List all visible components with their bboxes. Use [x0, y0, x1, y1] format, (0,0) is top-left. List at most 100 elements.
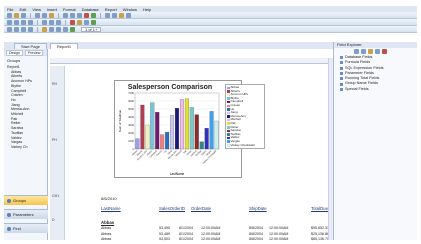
legend-swatch [227, 115, 230, 118]
section-label: PH [52, 138, 57, 142]
database-expert-icon[interactable] [105, 12, 110, 18]
col-header: OrderDate [191, 206, 212, 211]
field-explorer-item[interactable]: Special Fields [334, 87, 417, 92]
copy-icon[interactable] [70, 12, 75, 18]
border-icon[interactable] [77, 19, 82, 25]
box-icon[interactable] [56, 26, 61, 32]
menu-item[interactable]: Help [143, 7, 151, 12]
page-indicator[interactable]: 1 of 1+ [81, 26, 102, 32]
table-cell: 8/8/2004 [249, 226, 263, 230]
undo-icon[interactable] [84, 12, 89, 18]
column-headers: LastName SalesOrderID OrderDate ShipDate… [101, 206, 331, 212]
tab-preview[interactable]: Preview [24, 49, 44, 56]
tree-item[interactable]: Varkey Ch [7, 145, 47, 150]
report-canvas[interactable]: Salesperson Comparison 0 1000 2000 3000 4000… [66, 66, 331, 242]
find-button[interactable]: Find [4, 223, 48, 233]
text-object-icon[interactable] [49, 26, 54, 32]
field-icon[interactable] [42, 26, 47, 32]
open-icon[interactable] [14, 12, 19, 18]
table-cell: 12:00:00AM [269, 237, 289, 241]
insert-icon[interactable] [354, 49, 359, 54]
legend-swatch [227, 118, 230, 122]
first-page-icon[interactable] [7, 26, 12, 32]
col-header: LastName [101, 206, 121, 211]
table-cell: $95,652.33 [311, 226, 329, 230]
field-explorer-label: Special Fields [345, 86, 369, 91]
parameters-icon [7, 212, 11, 217]
align-right-icon[interactable] [56, 19, 61, 25]
y-tick-label: 5000 [128, 107, 134, 111]
underline-icon[interactable] [28, 19, 33, 25]
bold-icon[interactable] [14, 19, 19, 25]
italic-icon[interactable] [21, 19, 26, 25]
menu-item[interactable]: Window [123, 7, 137, 12]
parameters-label: Parameters [13, 212, 34, 217]
table-cell: 8/8/2004 [249, 237, 263, 241]
menu-item[interactable]: File [7, 7, 13, 12]
field-explorer-panel: Field Explorer Database Fields Formula Fi… [333, 42, 417, 240]
print-icon[interactable] [35, 12, 40, 18]
legend-swatch [227, 129, 230, 133]
browse-icon[interactable] [361, 49, 366, 54]
font-icon[interactable] [7, 19, 12, 25]
new-field-icon[interactable] [368, 49, 373, 54]
bar [184, 98, 189, 150]
menu-item[interactable]: Report [105, 7, 117, 12]
tab-design[interactable]: Design [6, 49, 23, 56]
delete-field-icon[interactable] [382, 49, 387, 54]
last-page-icon[interactable] [28, 26, 33, 32]
separator [65, 19, 66, 25]
legend-swatch [227, 111, 230, 115]
paste-icon[interactable] [77, 12, 82, 18]
align-center-icon[interactable] [49, 19, 54, 25]
formula-icon[interactable] [119, 12, 124, 18]
group-expert-icon[interactable] [112, 12, 117, 18]
folder-icon [340, 87, 343, 91]
horizontal-ruler [50, 58, 328, 64]
menu-item[interactable]: Insert [47, 7, 57, 12]
line-icon[interactable] [63, 26, 68, 32]
field-explorer-toolbar [334, 48, 417, 55]
standard-toolbar [4, 12, 417, 19]
y-tick-label: 1000 [128, 139, 134, 143]
table-cell: 8/1/2004 [179, 231, 193, 236]
group-tree-panel: Design Preview Groups Report1 Abbas Albert… [4, 49, 48, 240]
table-row: Abbas 53,503 8/1/2004 12:00:00AM 8/8/2004 12:… [101, 237, 331, 242]
menu-item[interactable]: Edit [19, 7, 26, 12]
save-icon[interactable] [21, 12, 26, 18]
new-icon[interactable] [7, 12, 12, 18]
redo-icon[interactable] [91, 12, 96, 18]
menu-item[interactable]: View [32, 7, 41, 12]
legend-swatch [227, 126, 230, 129]
y-tick-label: 6000 [128, 99, 134, 103]
align-left-icon[interactable] [42, 19, 47, 25]
groups-button[interactable]: Groups [4, 195, 48, 205]
menu-item[interactable]: Format [63, 7, 76, 12]
section-label: D [52, 218, 55, 222]
parameters-button[interactable]: Parameters [4, 209, 48, 219]
legend-entry: Varkey Chudukatil [227, 143, 263, 148]
cut-icon[interactable] [63, 12, 68, 18]
legend-swatch [227, 136, 230, 140]
next-page-icon[interactable] [21, 26, 26, 32]
legend-swatch [227, 108, 230, 111]
menu-item[interactable]: Database [82, 7, 99, 12]
separator [37, 19, 38, 25]
table-cell: 12:00:00AM [269, 231, 289, 236]
font-color-icon[interactable] [70, 19, 75, 25]
table-cell: 12:00:00AM [201, 226, 221, 230]
sort-icon[interactable] [91, 19, 96, 25]
prev-page-icon[interactable] [14, 26, 19, 32]
y-tick-label: 4000 [128, 115, 134, 119]
tab-report1[interactable]: Report1 [49, 43, 79, 49]
chart-object[interactable]: Salesperson Comparison 0 1000 2000 3000 4000… [114, 80, 265, 178]
chart-icon[interactable] [84, 19, 89, 25]
refresh-icon[interactable] [126, 12, 131, 18]
table-cell: 53,503 [159, 237, 170, 241]
edit-field-icon[interactable] [375, 49, 380, 54]
map-icon[interactable] [70, 26, 75, 32]
export-icon[interactable] [49, 12, 54, 18]
legend-swatch [227, 90, 230, 93]
preview-icon[interactable] [42, 12, 47, 18]
table-cell: $65,136.70 [311, 237, 329, 241]
